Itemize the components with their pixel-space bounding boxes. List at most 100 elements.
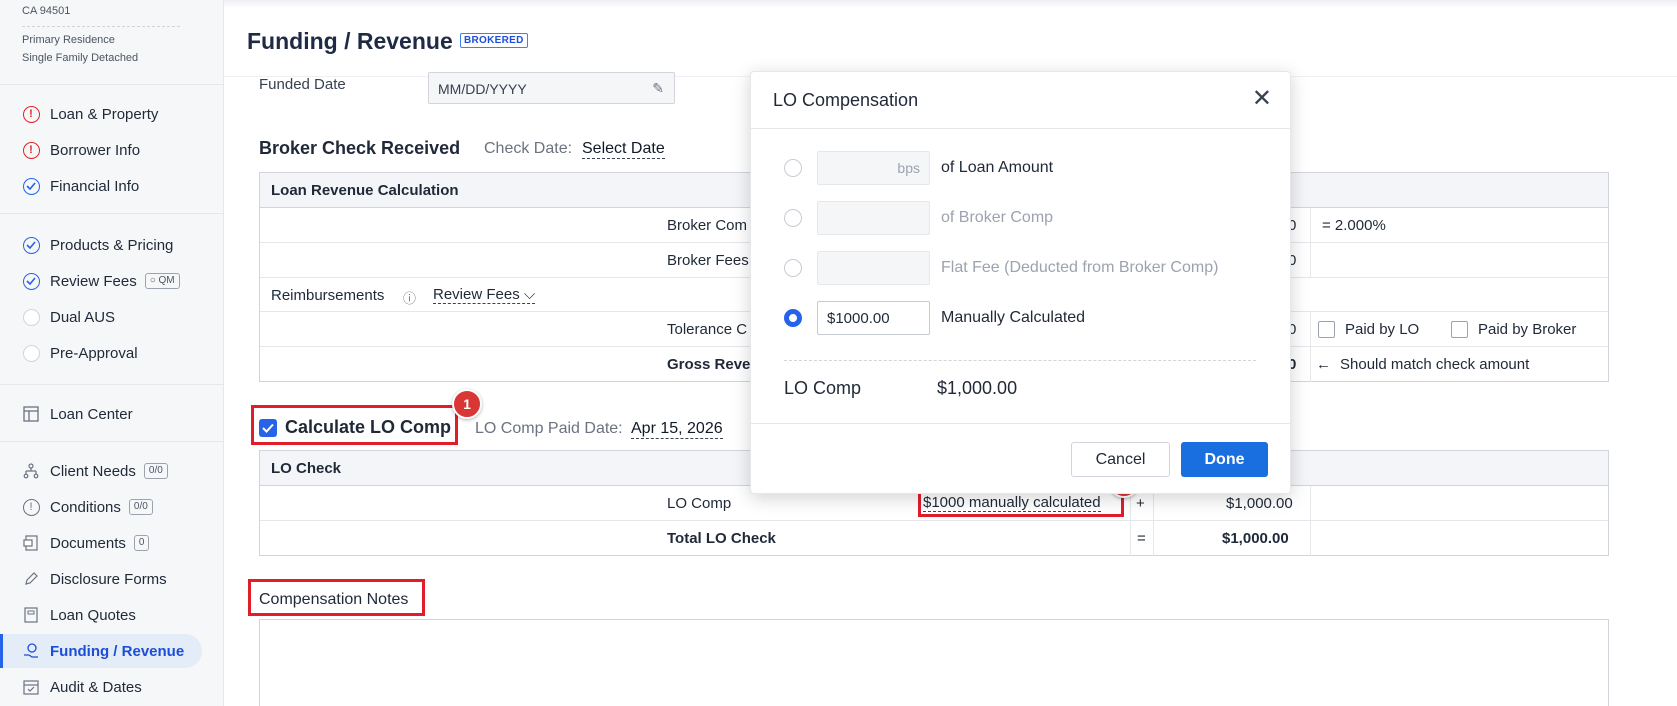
total-lo-check-label: Total LO Check bbox=[667, 530, 776, 547]
radio-flat-fee[interactable] bbox=[784, 259, 802, 277]
divider bbox=[0, 84, 224, 85]
sidebar-item-label: Client Needs bbox=[50, 462, 136, 480]
review-fees-link[interactable]: Review Fees ⌵ bbox=[433, 286, 536, 304]
sidebar-item-label: Loan & Property bbox=[50, 105, 159, 123]
sidebar-item-label: Audit & Dates bbox=[50, 678, 142, 696]
sidebar-item-label: Documents bbox=[50, 534, 126, 552]
sidebar-item-dual-aus[interactable]: Dual AUS bbox=[22, 305, 115, 329]
sidebar-item-conditions[interactable]: ! Conditions 0/0 bbox=[22, 495, 153, 519]
sidebar-item-label: Funding / Revenue bbox=[50, 642, 185, 660]
sidebar-item-disclosure-forms[interactable]: Disclosure Forms bbox=[22, 567, 167, 591]
top-bar-shadow bbox=[224, 0, 1677, 8]
sidebar-item-review-fees[interactable]: Review Fees ○ QM bbox=[22, 269, 180, 293]
sidebar-item-documents[interactable]: Documents 0 bbox=[22, 531, 150, 555]
sidebar-item-label: Conditions bbox=[50, 498, 121, 516]
sidebar-item-loan-quotes[interactable]: Loan Quotes bbox=[22, 603, 136, 627]
funded-date-input[interactable]: MM/DD/YYYY ✎ bbox=[428, 72, 675, 104]
divider bbox=[22, 26, 180, 27]
lo-comp-paid-date-link[interactable]: Apr 15, 2026 bbox=[631, 420, 723, 439]
sidebar-item-pre-approval[interactable]: Pre-Approval bbox=[22, 341, 138, 365]
check-circle-icon bbox=[22, 236, 40, 254]
paid-by-lo-label: Paid by LO bbox=[1345, 321, 1420, 338]
sidebar-item-funding-revenue[interactable]: Funding / Revenue bbox=[0, 634, 202, 668]
gross-revenue-note: Should match check amount bbox=[1340, 356, 1530, 373]
close-icon[interactable]: ✕ bbox=[1252, 84, 1272, 113]
hierarchy-icon bbox=[22, 462, 40, 480]
compensation-notes-textarea[interactable] bbox=[259, 619, 1609, 706]
column-divider bbox=[1310, 208, 1311, 242]
funded-date-label: Funded Date bbox=[259, 76, 346, 93]
sidebar-item-label: Loan Quotes bbox=[50, 606, 136, 624]
calculator-icon bbox=[22, 606, 40, 624]
sidebar-item-label: Products & Pricing bbox=[50, 236, 174, 254]
document-icon bbox=[22, 534, 40, 552]
column-divider bbox=[1153, 521, 1154, 556]
radio-manually-calculated[interactable] bbox=[784, 309, 802, 327]
chevron-down-icon: ⌵ bbox=[523, 286, 536, 303]
plus-operator: + bbox=[1136, 495, 1145, 512]
divider bbox=[0, 384, 224, 385]
funded-date-placeholder: MM/DD/YYYY bbox=[438, 81, 527, 97]
broker-fees-label: Broker Fees bbox=[667, 252, 749, 269]
done-button[interactable]: Done bbox=[1181, 442, 1268, 477]
sidebar-item-label: Financial Info bbox=[50, 177, 140, 195]
pencil-icon[interactable]: ✎ bbox=[652, 80, 664, 97]
sidebar-item-financial-info[interactable]: Financial Info bbox=[22, 174, 139, 198]
equals-operator: = bbox=[1137, 530, 1146, 547]
info-icon[interactable]: ⓘ bbox=[403, 288, 416, 307]
manual-amount-input[interactable]: $1000.00 bbox=[817, 301, 930, 335]
sidebar-item-label: Pre-Approval bbox=[50, 344, 138, 362]
paid-by-broker-label: Paid by Broker bbox=[1478, 321, 1577, 338]
annotation-box-3 bbox=[248, 579, 425, 616]
gross-revenue-label: Gross Reve bbox=[667, 356, 751, 373]
bps-input[interactable]: bps bbox=[817, 151, 930, 185]
annotation-box-1 bbox=[251, 405, 458, 445]
table-row: Total LO Check = $1,000.00 bbox=[260, 521, 1608, 556]
check-circle-icon bbox=[22, 272, 40, 290]
sidebar-item-loan-property[interactable]: ! Loan & Property bbox=[22, 102, 158, 126]
sidebar-item-products-pricing[interactable]: Products & Pricing bbox=[22, 233, 173, 257]
radio-loan-amount[interactable] bbox=[784, 159, 802, 177]
sidebar-item-client-needs[interactable]: Client Needs 0/0 bbox=[22, 459, 168, 483]
sidebar-item-audit-dates[interactable]: Audit & Dates bbox=[22, 675, 142, 699]
modal-divider bbox=[751, 423, 1290, 424]
arrow-left-icon: ← bbox=[1316, 356, 1331, 373]
column-divider bbox=[1310, 521, 1311, 556]
app: CA 94501 Primary Residence Single Family… bbox=[0, 0, 1677, 706]
divider bbox=[0, 441, 224, 442]
column-divider bbox=[1310, 347, 1311, 382]
brokered-badge: BROKERED bbox=[460, 33, 528, 48]
sidebar-item-label: Loan Center bbox=[50, 405, 133, 423]
sidebar-item-loan-center[interactable]: Loan Center bbox=[22, 402, 133, 426]
total-lo-check-amount: $1,000.00 bbox=[1222, 530, 1289, 547]
cancel-button[interactable]: Cancel bbox=[1071, 442, 1170, 477]
count-badge: 0/0 bbox=[128, 499, 153, 515]
sidebar-item-borrower-info[interactable]: ! Borrower Info bbox=[22, 138, 140, 162]
column-divider bbox=[1310, 312, 1311, 346]
sidebar-item-label: Review Fees bbox=[50, 272, 137, 290]
paid-by-broker-checkbox[interactable] bbox=[1451, 321, 1468, 338]
flat-fee-input[interactable] bbox=[817, 251, 930, 285]
paid-by-lo-checkbox[interactable] bbox=[1318, 321, 1335, 338]
column-divider bbox=[1310, 243, 1311, 277]
sidebar-item-label: Dual AUS bbox=[50, 308, 116, 326]
check-circle-icon bbox=[22, 177, 40, 195]
option-label-broker-comp: of Broker Comp bbox=[941, 209, 1054, 226]
pen-icon bbox=[22, 570, 40, 588]
option-label-loan-amount: of Loan Amount bbox=[941, 159, 1054, 176]
check-date-link[interactable]: Select Date bbox=[582, 140, 665, 159]
alert-circle-icon: ! bbox=[22, 498, 40, 516]
broker-comp-input[interactable] bbox=[817, 201, 930, 235]
sidebar-item-label: Disclosure Forms bbox=[50, 570, 167, 588]
lo-comp-result-label: LO Comp bbox=[784, 378, 862, 398]
option-label-manually-calculated: Manually Calculated bbox=[941, 309, 1086, 326]
money-hand-icon bbox=[22, 642, 40, 660]
lo-comp-result-value: $1,000.00 bbox=[937, 378, 1018, 398]
tolerance-label: Tolerance C bbox=[667, 321, 748, 338]
broker-check-title: Broker Check Received bbox=[259, 138, 461, 158]
sidebar: CA 94501 Primary Residence Single Family… bbox=[0, 0, 224, 706]
qm-badge: ○ QM bbox=[144, 273, 180, 289]
modal-title: LO Compensation bbox=[773, 90, 919, 110]
radio-broker-comp[interactable] bbox=[784, 209, 802, 227]
lo-comp-amount: $1,000.00 bbox=[1226, 495, 1293, 512]
